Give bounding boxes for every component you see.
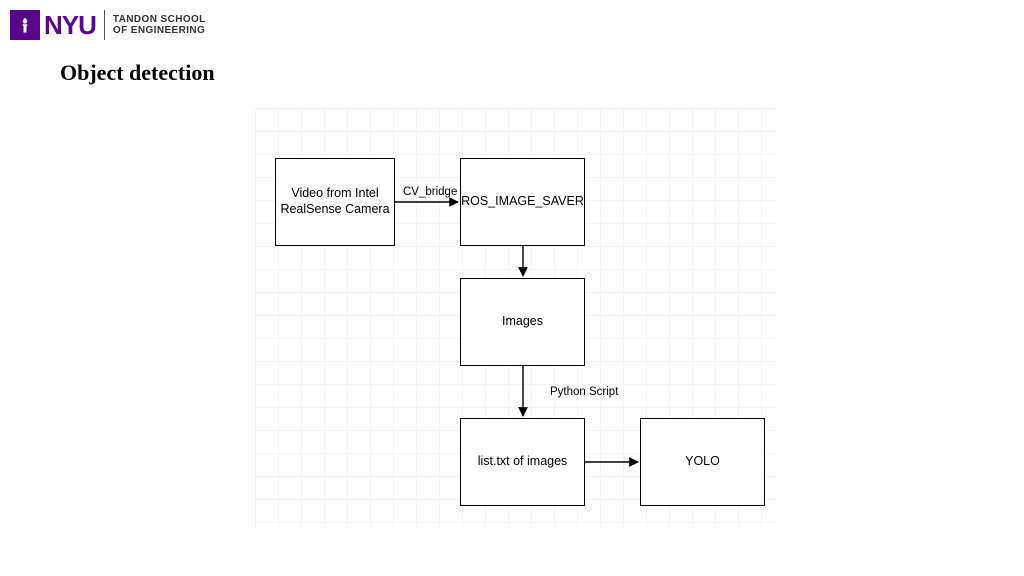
arrows [255,108,555,258]
school-line1: TANDON SCHOOL [113,14,206,25]
node-list-txt: list.txt of images [460,418,585,506]
node-yolo: YOLO [640,418,765,506]
node-images: Images [460,278,585,366]
logo-divider [104,10,105,40]
brand-text: NYU [44,10,96,41]
torch-icon [10,10,40,40]
page-title: Object detection [60,60,215,86]
nyu-logo: NYU TANDON SCHOOL OF ENGINEERING [10,8,206,42]
flow-diagram: Video from Intel RealSense Camera ROS_IM… [255,108,775,528]
school-line2: OF ENGINEERING [113,25,206,36]
edge-label-python-script: Python Script [550,386,618,398]
school-name: TANDON SCHOOL OF ENGINEERING [113,14,206,36]
